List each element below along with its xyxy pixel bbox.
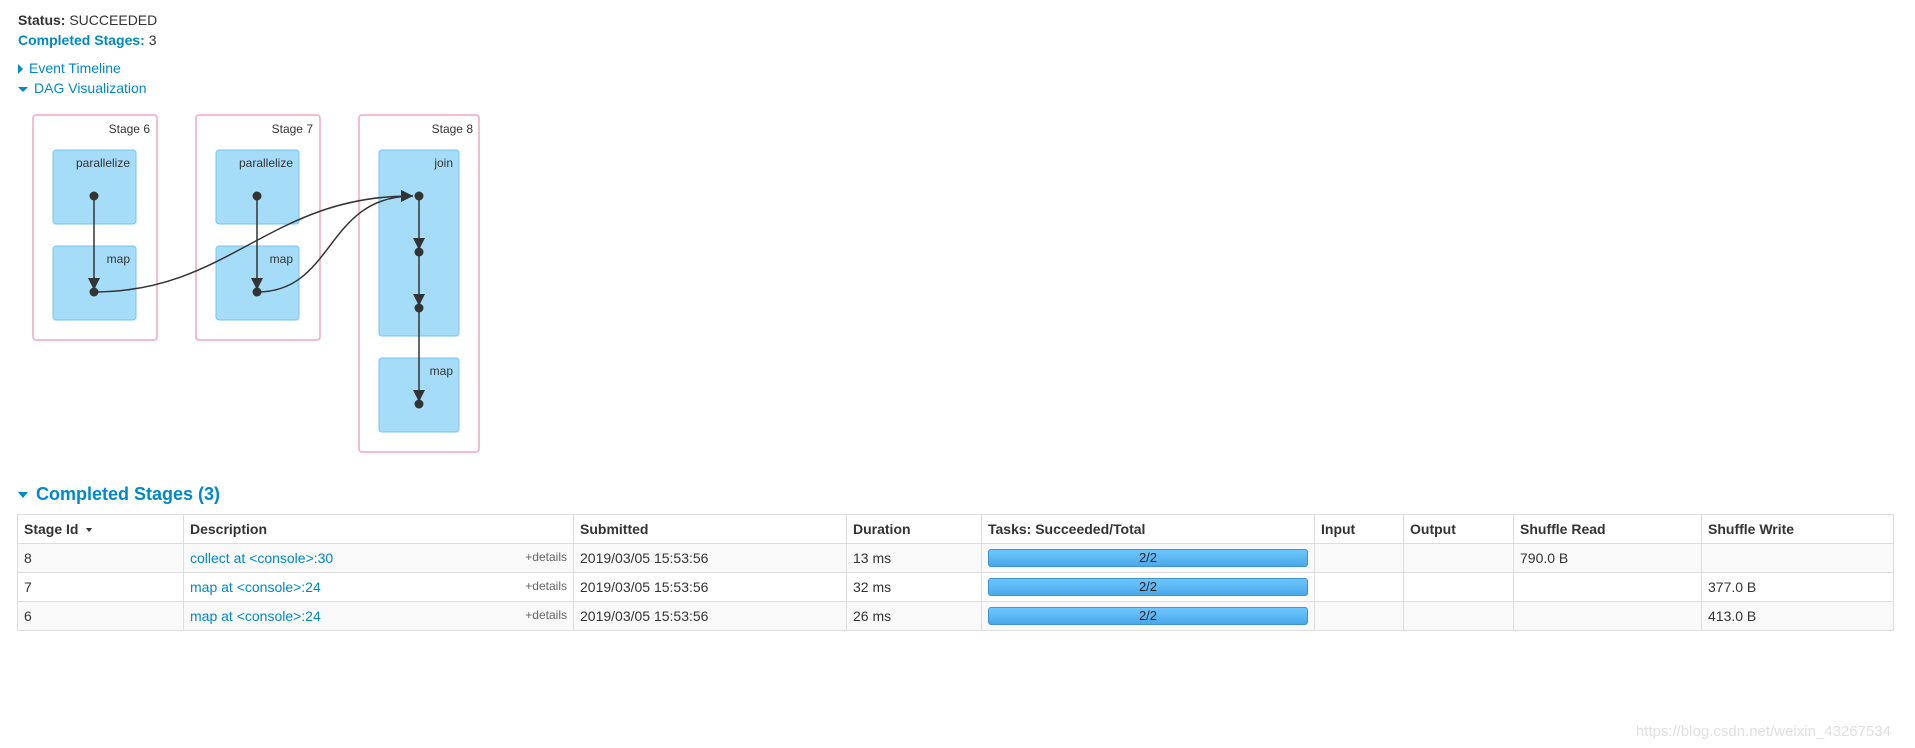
cell-shuffle-write: 377.0 B <box>1701 572 1894 602</box>
completed-stages-table: Stage Id Description Submitted Duration … <box>17 514 1894 631</box>
cell-description: collect at <console>:30 +details <box>183 543 574 573</box>
completed-stages-header[interactable]: Completed Stages (3) <box>18 482 220 506</box>
caret-right-icon <box>18 64 23 75</box>
cell-tasks: 2/2 <box>981 543 1315 573</box>
watermark-text: https://blog.csdn.net/weixin_43267534 <box>1635 723 1891 740</box>
table-header-row: Stage Id Description Submitted Duration … <box>17 514 1894 544</box>
dag-op-label: parallelize <box>239 156 293 170</box>
cell-description: map at <console>:24 +details <box>183 601 574 631</box>
details-toggle[interactable]: +details <box>525 550 567 564</box>
dag-op-label: map <box>107 252 131 266</box>
header-description[interactable]: Description <box>183 514 574 544</box>
cell-output <box>1403 572 1514 602</box>
dag-op-label: map <box>270 252 294 266</box>
cell-tasks: 2/2 <box>981 572 1315 602</box>
tasks-progress-bar: 2/2 <box>988 578 1308 596</box>
dag-stage-label: Stage 7 <box>272 122 314 136</box>
header-input[interactable]: Input <box>1314 514 1404 544</box>
header-shuffle-read[interactable]: Shuffle Read <box>1513 514 1702 544</box>
table-row: 7 map at <console>:24 +details 2019/03/0… <box>17 572 1894 602</box>
tasks-progress-bar: 2/2 <box>988 607 1308 625</box>
cell-shuffle-read <box>1513 601 1702 631</box>
dag-op-label: map <box>430 364 454 378</box>
dag-op-label: parallelize <box>76 156 130 170</box>
stage-description-link[interactable]: collect at <console>:30 <box>190 550 333 566</box>
cell-stage-id: 7 <box>17 572 184 602</box>
details-toggle[interactable]: +details <box>525 608 567 622</box>
job-summary: Status: SUCCEEDED Completed Stages: 3 <box>18 10 157 50</box>
cell-description: map at <console>:24 +details <box>183 572 574 602</box>
cell-input <box>1314 572 1404 602</box>
cell-duration: 13 ms <box>846 543 982 573</box>
dag-visualization: Stage 6 parallelize map Stage 7 parallel… <box>0 100 520 463</box>
cell-stage-id: 6 <box>17 601 184 631</box>
details-toggle[interactable]: +details <box>525 579 567 593</box>
cell-submitted: 2019/03/05 15:53:56 <box>573 543 847 573</box>
dag-visualization-toggle[interactable]: DAG Visualization <box>18 78 147 98</box>
cell-shuffle-write <box>1701 543 1894 573</box>
cell-input <box>1314 543 1404 573</box>
caret-down-icon <box>18 492 28 499</box>
completed-stages-link[interactable]: Completed Stages: <box>18 32 145 48</box>
completed-stages-count: 3 <box>148 32 157 48</box>
cell-submitted: 2019/03/05 15:53:56 <box>573 601 847 631</box>
dag-stage-6[interactable]: Stage 6 parallelize map <box>32 114 158 341</box>
cell-stage-id: 8 <box>17 543 184 573</box>
cell-duration: 26 ms <box>846 601 982 631</box>
header-tasks[interactable]: Tasks: Succeeded/Total <box>981 514 1315 544</box>
table-row: 8 collect at <console>:30 +details 2019/… <box>17 543 1894 573</box>
cell-submitted: 2019/03/05 15:53:56 <box>573 572 847 602</box>
dag-stage-label: Stage 8 <box>432 122 474 136</box>
tasks-progress-bar: 2/2 <box>988 549 1308 567</box>
header-output[interactable]: Output <box>1403 514 1514 544</box>
cell-shuffle-write: 413.0 B <box>1701 601 1894 631</box>
status-label: Status: <box>18 12 66 28</box>
dag-op-label: join <box>433 156 453 170</box>
cell-input <box>1314 601 1404 631</box>
cell-shuffle-read: 790.0 B <box>1513 543 1702 573</box>
stage-description-link[interactable]: map at <console>:24 <box>190 579 321 595</box>
status-value: SUCCEEDED <box>69 12 158 28</box>
completed-stages-line: Completed Stages: 3 <box>18 30 157 50</box>
header-shuffle-write[interactable]: Shuffle Write <box>1701 514 1894 544</box>
header-submitted[interactable]: Submitted <box>573 514 847 544</box>
table-row: 6 map at <console>:24 +details 2019/03/0… <box>17 601 1894 631</box>
cell-output <box>1403 601 1514 631</box>
header-stage-id[interactable]: Stage Id <box>17 514 184 544</box>
dag-stage-label: Stage 6 <box>109 122 151 136</box>
header-duration[interactable]: Duration <box>846 514 982 544</box>
stage-description-link[interactable]: map at <console>:24 <box>190 608 321 624</box>
dag-stage-7[interactable]: Stage 7 parallelize map <box>195 114 321 341</box>
cell-shuffle-read <box>1513 572 1702 602</box>
event-timeline-label: Event Timeline <box>29 60 121 76</box>
cell-tasks: 2/2 <box>981 601 1315 631</box>
sort-desc-icon <box>86 528 93 533</box>
dag-visualization-label: DAG Visualization <box>34 80 147 96</box>
cell-output <box>1403 543 1514 573</box>
caret-down-icon <box>18 86 28 92</box>
status-line: Status: SUCCEEDED <box>18 10 157 30</box>
cell-duration: 32 ms <box>846 572 982 602</box>
completed-stages-title: Completed Stages (3) <box>36 484 221 504</box>
event-timeline-toggle[interactable]: Event Timeline <box>18 58 121 78</box>
